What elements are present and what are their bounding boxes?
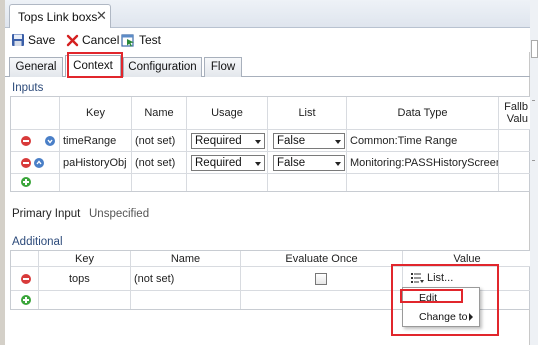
- editor-tab[interactable]: Tops Link boxs ✕: [9, 4, 111, 28]
- add-row-icon[interactable]: [21, 295, 31, 305]
- additional-name-cell[interactable]: (not set): [131, 267, 241, 291]
- empty-cell: [347, 174, 499, 191]
- empty-cell: [132, 174, 187, 191]
- empty-cell: [131, 291, 241, 309]
- additional-section-label: Additional: [12, 236, 63, 248]
- usage-select[interactable]: Required: [191, 133, 265, 149]
- save-label: Save: [28, 33, 56, 47]
- input-data-type-cell[interactable]: Common:Time Range: [347, 130, 499, 152]
- move-down-icon[interactable]: [45, 136, 55, 146]
- inputs-header-key: Key: [60, 97, 132, 130]
- additional-header-key: Key: [39, 251, 131, 267]
- empty-cell: [39, 291, 131, 309]
- close-icon[interactable]: ✕: [96, 8, 107, 24]
- list-select-value: False: [277, 157, 306, 169]
- editor-tabstrip: Tops Link boxs ✕: [5, 0, 530, 28]
- side-panel-mark: [532, 160, 535, 161]
- save-button[interactable]: Save: [11, 31, 55, 49]
- input-name-cell[interactable]: (not set): [132, 130, 187, 152]
- move-up-icon[interactable]: [34, 158, 44, 168]
- edit-item-highlight: [400, 289, 463, 303]
- additional-header-controls: [11, 251, 39, 267]
- additional-header-name: Name: [131, 251, 241, 267]
- tab-flow[interactable]: Flow: [204, 57, 242, 77]
- test-label: Test: [139, 33, 162, 47]
- primary-input-value[interactable]: Unspecified: [89, 208, 149, 220]
- cancel-icon: [66, 34, 79, 46]
- input-fallback-cell[interactable]: [499, 130, 531, 152]
- tab-configuration[interactable]: Configuration: [123, 57, 202, 77]
- input-key-cell[interactable]: paHistoryObj: [60, 152, 132, 174]
- context-tab-highlight: [67, 52, 123, 78]
- inputs-header-fallback-line1: Fallb: [504, 101, 528, 113]
- chevron-down-icon: [335, 140, 341, 144]
- add-row-icon[interactable]: [21, 177, 31, 187]
- input-key-cell[interactable]: timeRange: [60, 130, 132, 152]
- side-panel-mark: [532, 100, 535, 101]
- list-select-value: False: [277, 135, 306, 147]
- empty-cell: [241, 291, 403, 309]
- editor-panel: Tops Link boxs ✕ Save Cancel Test Genera…: [5, 0, 531, 345]
- list-select[interactable]: False: [273, 133, 345, 149]
- empty-cell: [268, 174, 347, 191]
- inputs-header-usage: Usage: [187, 97, 268, 130]
- chevron-down-icon: [255, 140, 261, 144]
- input-name-cell[interactable]: (not set): [132, 152, 187, 174]
- cancel-button[interactable]: Cancel: [66, 31, 119, 49]
- test-icon: [121, 34, 134, 47]
- inputs-header-data-type: Data Type: [347, 97, 499, 130]
- usage-select-value: Required: [195, 157, 242, 169]
- empty-cell: [187, 174, 268, 191]
- list-select[interactable]: False: [273, 155, 345, 171]
- cancel-label: Cancel: [82, 33, 120, 47]
- inputs-table: Key Name Usage List Data Type Fallb Valu…: [10, 96, 531, 192]
- inputs-header-controls: [11, 97, 60, 130]
- input-fallback-cell[interactable]: [499, 152, 531, 174]
- save-icon: [12, 34, 24, 46]
- additional-header-evaluate-once: Evaluate Once: [241, 251, 403, 267]
- primary-input-label: Primary Input: [12, 208, 81, 220]
- input-data-type-cell[interactable]: Monitoring:PASSHistoryScreen: [347, 152, 499, 174]
- tab-general[interactable]: General: [9, 57, 63, 77]
- evaluate-once-checkbox[interactable]: [315, 273, 327, 285]
- editor-tab-title: Tops Link boxs: [18, 10, 98, 24]
- side-panel-widget[interactable]: [531, 40, 538, 58]
- inputs-header-list: List: [268, 97, 347, 130]
- additional-key-cell[interactable]: tops: [39, 267, 131, 291]
- inputs-header-name: Name: [132, 97, 187, 130]
- add-row-cell: [11, 174, 60, 191]
- usage-select-value: Required: [195, 135, 242, 147]
- remove-row-icon[interactable]: [21, 158, 31, 168]
- empty-cell: [60, 174, 132, 191]
- remove-row-icon[interactable]: [21, 136, 31, 146]
- remove-row-icon[interactable]: [21, 274, 31, 284]
- inputs-header-fallback-line2: Valu: [506, 113, 528, 125]
- test-button[interactable]: Test: [121, 31, 161, 49]
- right-side-panel: [530, 0, 538, 345]
- toolbar: Save Cancel Test: [5, 28, 530, 52]
- inputs-header-fallback: Fallb Valu: [499, 97, 531, 130]
- chevron-down-icon: [255, 162, 261, 166]
- chevron-down-icon: [335, 162, 341, 166]
- inputs-section-label: Inputs: [12, 82, 44, 94]
- usage-select[interactable]: Required: [191, 155, 265, 171]
